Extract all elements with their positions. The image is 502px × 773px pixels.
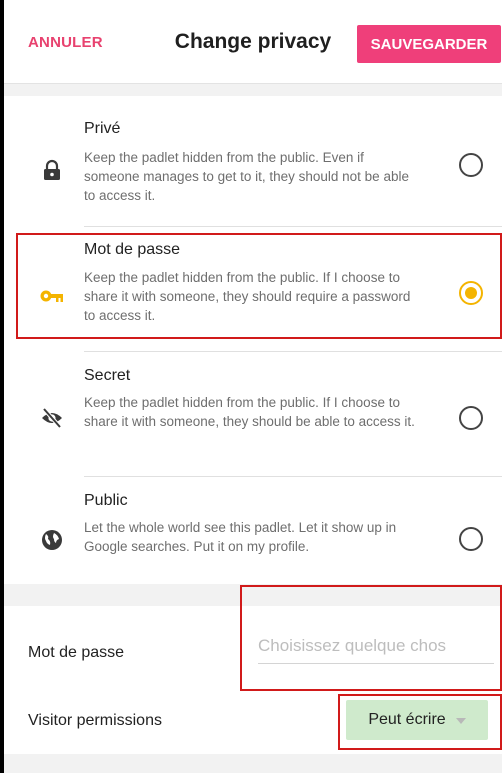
radio-public[interactable] <box>459 527 483 551</box>
option-description: Keep the padlet hidden from the public. … <box>84 270 411 323</box>
privacy-option-prive[interactable]: Privé Keep the padlet hidden from the pu… <box>4 96 502 226</box>
privacy-option-secret[interactable]: Secret Keep the padlet hidden from the p… <box>4 352 502 476</box>
privacy-screen: ANNULER Change privacy SAUVEGARDER Privé… <box>4 0 502 773</box>
permission-value: Peut écrire <box>368 711 446 728</box>
visitor-permissions-select[interactable]: Peut écrire <box>346 700 488 740</box>
password-label: Mot de passe <box>28 644 125 661</box>
option-description: Keep the padlet hidden from the public. … <box>84 150 409 203</box>
privacy-option-mot-de-passe[interactable]: Mot de passe Keep the padlet hidden from… <box>4 227 502 351</box>
option-name: Public <box>84 492 128 509</box>
eye-off-icon <box>40 406 64 430</box>
visitor-permissions-label: Visitor permissions <box>28 712 162 729</box>
chevron-down-icon <box>455 718 466 724</box>
app-header: ANNULER Change privacy SAUVEGARDER <box>4 0 502 84</box>
radio-mot-de-passe[interactable] <box>459 281 483 305</box>
privacy-options-list: Privé Keep the padlet hidden from the pu… <box>4 96 502 584</box>
radio-prive[interactable] <box>459 153 483 177</box>
save-button[interactable]: SAUVEGARDER <box>357 25 501 63</box>
option-name: Privé <box>84 120 121 137</box>
radio-secret[interactable] <box>459 406 483 430</box>
password-settings: Mot de passe Visitor permissions Peut éc… <box>4 606 502 754</box>
option-description: Let the whole world see this padlet. Let… <box>84 520 397 554</box>
option-description: Keep the padlet hidden from the public. … <box>84 395 415 429</box>
key-icon <box>40 284 64 308</box>
option-name: Mot de passe <box>84 241 181 258</box>
cancel-button[interactable]: ANNULER <box>28 34 103 51</box>
option-name: Secret <box>84 367 131 384</box>
password-input[interactable] <box>258 628 494 664</box>
privacy-option-public[interactable]: Public Let the whole world see this padl… <box>4 477 502 584</box>
lock-icon <box>40 158 64 182</box>
globe-icon <box>40 528 64 552</box>
